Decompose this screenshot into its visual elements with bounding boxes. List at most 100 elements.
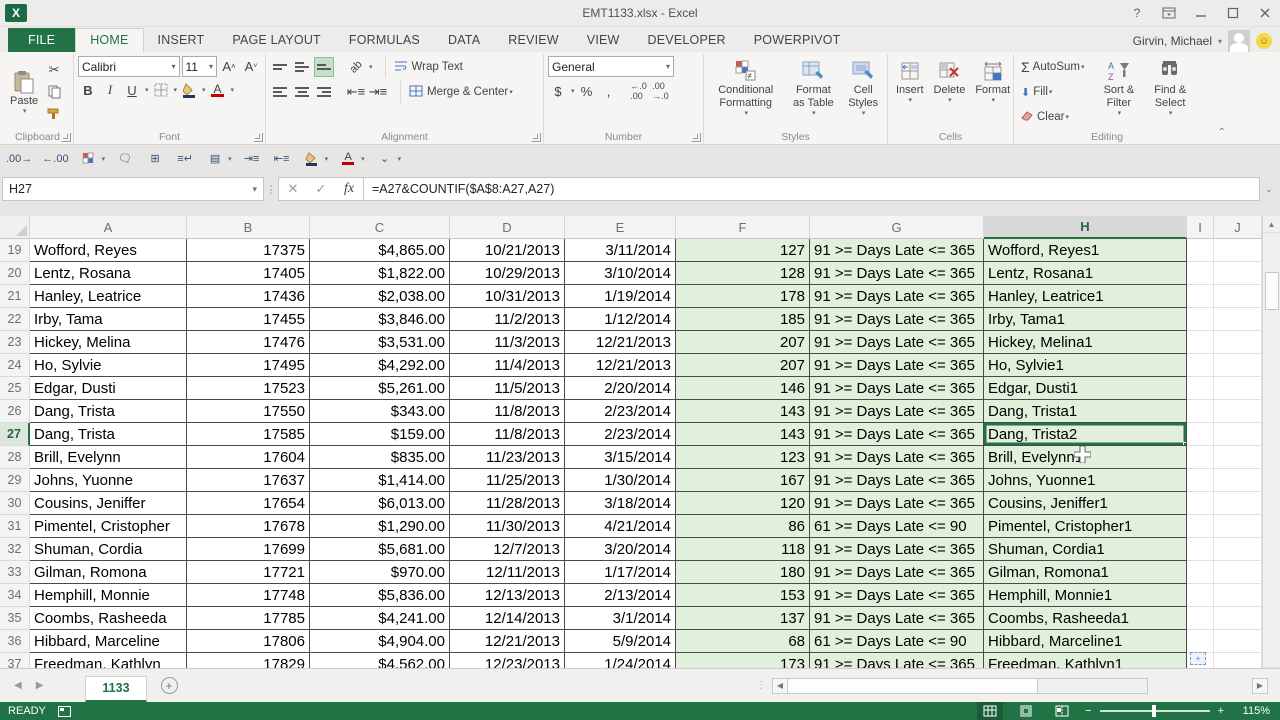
cell-A20[interactable]: Lentz, Rosana — [30, 262, 187, 285]
ribbon-tab-file[interactable]: FILE — [8, 28, 75, 52]
zoom-level[interactable]: 115% — [1234, 705, 1270, 717]
cell-G37[interactable]: 91 >= Days Late <= 365 — [810, 653, 984, 668]
increase-indent-icon[interactable]: ⇥≡ — [368, 82, 388, 102]
column-header-I[interactable]: I — [1187, 216, 1214, 239]
cell-D21[interactable]: 10/31/2013 — [450, 285, 565, 308]
cell-G19[interactable]: 91 >= Days Late <= 365 — [810, 239, 984, 262]
cell-A30[interactable]: Cousins, Jeniffer — [30, 492, 187, 515]
cell-G23[interactable]: 91 >= Days Late <= 365 — [810, 331, 984, 354]
cell-D23[interactable]: 11/3/2013 — [450, 331, 565, 354]
cell-H31[interactable]: Pimentel, Cristopher1 — [984, 515, 1187, 538]
row-header-35[interactable]: 35 — [0, 607, 30, 630]
cell-C30[interactable]: $6,013.00 — [310, 492, 450, 515]
cell-A34[interactable]: Hemphill, Monnie — [30, 584, 187, 607]
avatar[interactable] — [1228, 30, 1250, 52]
cell-H33[interactable]: Gilman, Romona1 — [984, 561, 1187, 584]
cell-J19[interactable] — [1214, 239, 1262, 262]
row-header-33[interactable]: 33 — [0, 561, 30, 584]
fill-handle[interactable] — [1183, 442, 1187, 446]
cell-C36[interactable]: $4,904.00 — [310, 630, 450, 653]
cell-H22[interactable]: Irby, Tama1 — [984, 308, 1187, 331]
cell-E23[interactable]: 12/21/2013 — [565, 331, 676, 354]
cell-G34[interactable]: 91 >= Days Late <= 365 — [810, 584, 984, 607]
cell-G36[interactable]: 61 >= Days Late <= 90 — [810, 630, 984, 653]
align-left-icon[interactable] — [270, 82, 290, 102]
ribbon-tab-powerpivot[interactable]: POWERPIVOT — [740, 29, 855, 52]
row-header-20[interactable]: 20 — [0, 262, 30, 285]
cell-A23[interactable]: Hickey, Melina — [30, 331, 187, 354]
cell-F36[interactable]: 68 — [676, 630, 810, 653]
cell-B29[interactable]: 17637 — [187, 469, 310, 492]
top-align-icon[interactable] — [270, 57, 290, 77]
confirm-entry-icon[interactable]: ✓ — [307, 181, 335, 197]
delete-cells-button[interactable]: Delete▾ — [930, 56, 970, 106]
cell-D20[interactable]: 10/29/2013 — [450, 262, 565, 285]
cell-E30[interactable]: 3/18/2014 — [565, 492, 676, 515]
help-icon[interactable]: ? — [1122, 2, 1152, 24]
cell-A36[interactable]: Hibbard, Marceline — [30, 630, 187, 653]
decrease-indent-icon[interactable]: ⇤≡ — [346, 82, 366, 102]
cell-J25[interactable] — [1214, 377, 1262, 400]
ribbon-tab-developer[interactable]: DEVELOPER — [634, 29, 740, 52]
decrease-indent-icon[interactable]: ⇤≡ — [272, 149, 292, 169]
cell-G33[interactable]: 91 >= Days Late <= 365 — [810, 561, 984, 584]
cell-I29[interactable] — [1187, 469, 1214, 492]
percent-style-icon[interactable]: % — [577, 81, 597, 101]
conditional-formatting-icon[interactable] — [79, 149, 99, 169]
cell-H29[interactable]: Johns, Yuonne1 — [984, 469, 1187, 492]
cell-B19[interactable]: 17375 — [187, 239, 310, 262]
paste-button[interactable]: Paste ▾ — [6, 67, 42, 117]
ribbon-tab-page-layout[interactable]: PAGE LAYOUT — [218, 29, 335, 52]
cell-B27[interactable]: 17585 — [187, 423, 310, 446]
format-as-table-button[interactable]: Format as Table▾ — [785, 56, 841, 119]
cell-F23[interactable]: 207 — [676, 331, 810, 354]
cell-D35[interactable]: 12/14/2013 — [450, 607, 565, 630]
cell-styles-button[interactable]: Cell Styles▾ — [843, 56, 883, 119]
sheet-nav-prev-icon[interactable]: ◀ — [14, 680, 22, 691]
zoom-slider-thumb[interactable] — [1152, 705, 1156, 717]
cell-E33[interactable]: 1/17/2014 — [565, 561, 676, 584]
name-box[interactable]: H27 ▾ — [2, 177, 264, 201]
cell-I30[interactable] — [1187, 492, 1214, 515]
cell-H30[interactable]: Cousins, Jeniffer1 — [984, 492, 1187, 515]
cell-B20[interactable]: 17405 — [187, 262, 310, 285]
cell-J22[interactable] — [1214, 308, 1262, 331]
fill-color-icon[interactable] — [302, 149, 322, 169]
cell-A24[interactable]: Ho, Sylvie — [30, 354, 187, 377]
formula-input[interactable]: =A27&COUNTIF($A$8:A27,A27) — [364, 177, 1260, 201]
cell-I27[interactable] — [1187, 423, 1214, 446]
maximize-icon[interactable] — [1218, 2, 1248, 24]
cell-B31[interactable]: 17678 — [187, 515, 310, 538]
cell-I28[interactable] — [1187, 446, 1214, 469]
cell-F29[interactable]: 167 — [676, 469, 810, 492]
find-select-button[interactable]: Find & Select▾ — [1144, 56, 1196, 119]
cell-J37[interactable] — [1214, 653, 1262, 668]
cell-E21[interactable]: 1/19/2014 — [565, 285, 676, 308]
cell-I19[interactable] — [1187, 239, 1214, 262]
cell-H26[interactable]: Dang, Trista1 — [984, 400, 1187, 423]
grow-font-icon[interactable]: A˄ — [219, 57, 239, 77]
cell-B23[interactable]: 17476 — [187, 331, 310, 354]
page-break-view-icon[interactable] — [1049, 702, 1075, 720]
fill-button[interactable]: ⬇Fill▾ — [1018, 81, 1087, 103]
cell-B34[interactable]: 17748 — [187, 584, 310, 607]
cell-G32[interactable]: 91 >= Days Late <= 365 — [810, 538, 984, 561]
cell-J27[interactable] — [1214, 423, 1262, 446]
cell-F35[interactable]: 137 — [676, 607, 810, 630]
row-header-25[interactable]: 25 — [0, 377, 30, 400]
new-sheet-icon[interactable]: + — [161, 677, 178, 694]
cell-H23[interactable]: Hickey, Melina1 — [984, 331, 1187, 354]
cell-D32[interactable]: 12/7/2013 — [450, 538, 565, 561]
column-header-H[interactable]: H — [984, 216, 1187, 239]
cell-J28[interactable] — [1214, 446, 1262, 469]
cell-A29[interactable]: Johns, Yuonne — [30, 469, 187, 492]
column-header-F[interactable]: F — [676, 216, 810, 239]
cell-C29[interactable]: $1,414.00 — [310, 469, 450, 492]
cell-A21[interactable]: Hanley, Leatrice — [30, 285, 187, 308]
cell-I23[interactable] — [1187, 331, 1214, 354]
row-header-36[interactable]: 36 — [0, 630, 30, 653]
cell-J29[interactable] — [1214, 469, 1262, 492]
cell-G24[interactable]: 91 >= Days Late <= 365 — [810, 354, 984, 377]
copy-icon[interactable] — [44, 82, 64, 102]
cell-J35[interactable] — [1214, 607, 1262, 630]
